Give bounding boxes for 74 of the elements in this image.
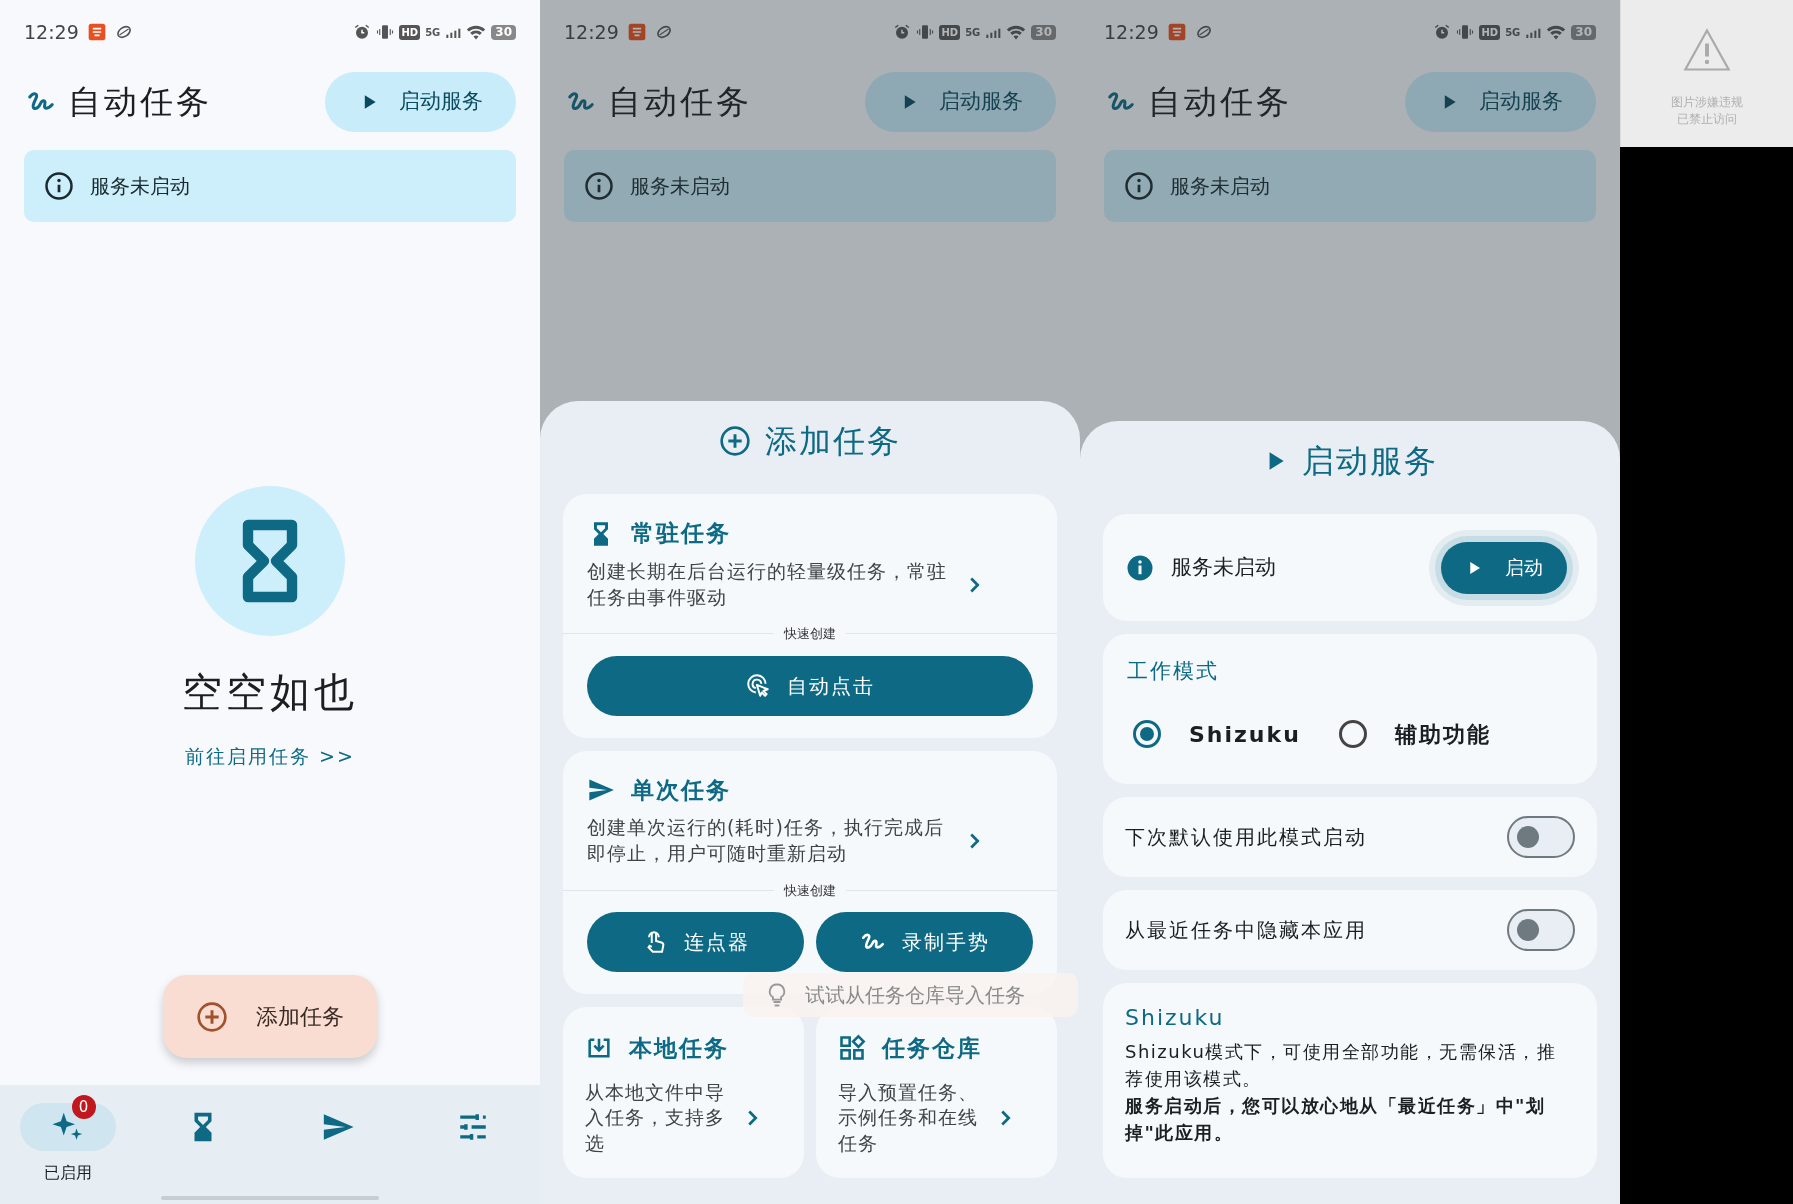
add-task-button[interactable]: 添加任务 (163, 975, 377, 1058)
hd-label: HD (399, 24, 421, 40)
network-label: 5G (965, 25, 981, 40)
card-description: 导入预置任务、示例任务和在线任务 (838, 1079, 978, 1156)
start-service-button[interactable]: 启动服务 (865, 72, 1056, 132)
alarm-icon (893, 23, 912, 41)
app-title: 自动任务 (1148, 81, 1292, 124)
status-time: 12:29 (1104, 19, 1159, 45)
info-icon (44, 171, 74, 201)
toast-text: 试试从任务仓库导入任务 (805, 982, 1025, 1009)
sheet-title: 启动服务 (1302, 441, 1438, 482)
alarm-icon (1433, 23, 1452, 41)
app-title: 自动任务 (608, 81, 752, 124)
start-service-button[interactable]: 启动服务 (1405, 72, 1596, 132)
vibrate-icon (1456, 23, 1475, 41)
card-description: 从本地文件中导入任务，支持多选 (585, 1079, 725, 1156)
notification-icon (114, 23, 133, 41)
notification-icon (1194, 23, 1213, 41)
add-icon (196, 1000, 228, 1033)
card-title: 单次任务 (631, 775, 731, 805)
setting-label: 从最近任务中隐藏本应用 (1125, 917, 1367, 944)
network-label: 5G (425, 25, 441, 40)
notification-icon (86, 22, 107, 42)
toggle-switch[interactable] (1507, 909, 1575, 951)
status-text: 服务未启动 (1171, 553, 1276, 581)
info-icon (584, 171, 614, 201)
radio-option[interactable]: 辅助功能 (1332, 717, 1491, 751)
grid-icon (838, 1034, 866, 1063)
banner-text: 服务未启动 (90, 173, 190, 200)
sheet-title: 添加任务 (765, 421, 901, 463)
section-title: 工作模式 (1127, 658, 1220, 685)
card-description: 创建单次运行的(耗时)任务，执行完成后即停止，用户可随时重新启动 (587, 815, 945, 866)
radio-button[interactable] (1338, 720, 1367, 748)
empty-title: 空空如也 (182, 668, 358, 718)
status-time: 12:29 (564, 19, 619, 45)
notification-icon (626, 22, 647, 42)
radio-button[interactable] (1133, 720, 1161, 748)
quick-create-button[interactable]: 连点器 (587, 912, 804, 972)
info-text: Shizuku模式下，可使用全部功能，无需保活，推荐使用该模式。 (1125, 1040, 1558, 1091)
notification-icon (1166, 22, 1187, 42)
battery-level: 30 (1571, 24, 1596, 40)
info-icon (1124, 171, 1154, 201)
setting-label: 下次默认使用此模式启动 (1125, 824, 1367, 851)
vibrate-icon (916, 23, 935, 41)
card-title: 任务仓库 (882, 1034, 982, 1063)
nav-label: 已启用 (43, 1162, 92, 1184)
battery-level: 30 (1031, 24, 1056, 40)
start-service-button[interactable]: 启动服务 (325, 72, 516, 132)
app-title: 自动任务 (68, 81, 212, 124)
banner-text: 服务未启动 (1170, 173, 1270, 200)
divider-label: 快速创建 (784, 625, 836, 644)
card-title: 本地任务 (629, 1034, 729, 1063)
info-note: 服务启动后，您可以放心地从「最近任务」中"划掉"此应用。 (1125, 1094, 1547, 1145)
banner-text: 服务未启动 (630, 173, 730, 200)
enable-tasks-link[interactable]: 前往启用任务 >> (185, 742, 355, 771)
vibrate-icon (376, 23, 395, 41)
radio-option[interactable]: Shizuku (1127, 717, 1301, 751)
count-badge: 0 (71, 1095, 96, 1119)
quick-create-button[interactable]: 自动点击 (587, 655, 1033, 716)
divider-label: 快速创建 (784, 881, 836, 900)
quick-create-button[interactable]: 录制手势 (816, 912, 1033, 972)
hd-label: HD (939, 24, 961, 40)
card-title: 常驻任务 (631, 519, 731, 549)
battery-level: 30 (491, 24, 516, 40)
toggle-switch[interactable] (1507, 816, 1575, 858)
click-icon (745, 672, 771, 699)
info-title: Shizuku (1125, 1004, 1226, 1032)
alarm-icon (353, 23, 372, 41)
card-description: 创建长期在后台运行的轻量级任务，常驻任务由事件驱动 (587, 558, 947, 610)
network-label: 5G (1505, 25, 1521, 40)
hd-label: HD (1479, 24, 1501, 40)
notification-icon (654, 23, 673, 41)
status-time: 12:29 (24, 19, 79, 45)
add-icon (719, 425, 751, 458)
